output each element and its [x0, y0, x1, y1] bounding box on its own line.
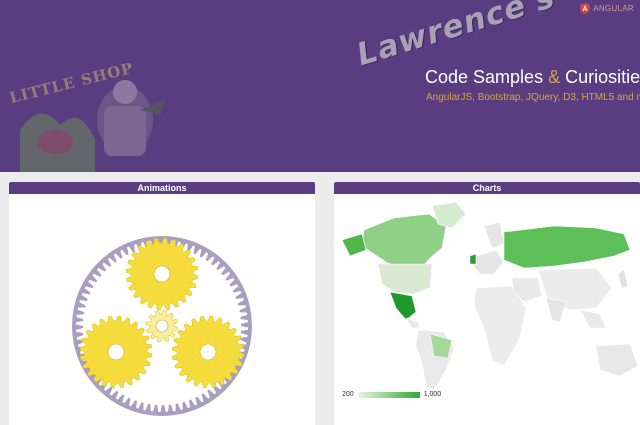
planet-gear-right-axle: [199, 343, 217, 361]
map-region-canada: [361, 213, 447, 271]
title-part-2: Curiosities: [565, 67, 640, 87]
map-region-mexico: [389, 291, 417, 321]
map-region-india: [545, 297, 567, 323]
map-region-europe: [473, 249, 505, 275]
map-region-australia: [595, 343, 639, 377]
map-region-japan: [617, 269, 629, 289]
title-ampersand: &: [548, 67, 561, 87]
site-title: Code Samples & Curiosities: [425, 67, 640, 88]
legend-max-label: 1,000: [423, 391, 442, 398]
site-subtitle: AngularJS, Bootstrap, JQuery, D3, HTML5 …: [426, 92, 640, 103]
planet-gear-top-axle: [153, 265, 171, 283]
map-region-usa: [377, 263, 433, 295]
angular-shield-icon: [580, 3, 591, 14]
legend-gradient-bar: [357, 391, 420, 398]
map-region-central-america: [405, 317, 421, 329]
angular-badge-label: ANGULAR: [593, 4, 634, 13]
site-header: ANGULAR LITTLE SHOP Lawrence's Code Samp…: [0, 0, 640, 172]
little-shop-promo-image: LITTLE SHOP: [0, 59, 175, 172]
planetary-gears-animation[interactable]: [9, 194, 315, 425]
planet-gear-left-axle: [107, 343, 125, 361]
map-region-uk: [469, 253, 477, 265]
map-color-legend: 200 1,000: [342, 391, 441, 398]
angular-badge[interactable]: ANGULAR: [580, 3, 634, 14]
map-region-southeast-asia: [579, 309, 607, 329]
map-region-scandinavia: [483, 221, 505, 249]
world-map-chart[interactable]: [334, 198, 640, 398]
handwritten-title: Lawrence's: [352, 0, 560, 74]
map-region-russia: [503, 225, 631, 269]
animations-panel-title: Animations: [9, 182, 315, 194]
animations-panel[interactable]: Animations: [9, 182, 315, 425]
charts-panel-title: Charts: [334, 182, 640, 194]
charts-panel[interactable]: Charts 200 1,000: [334, 182, 640, 425]
map-region-africa: [473, 285, 527, 367]
legend-min-label: 200: [342, 391, 354, 398]
map-region-alaska: [341, 233, 367, 257]
sun-gear-axle: [155, 319, 169, 333]
title-part-1: Code Samples: [425, 67, 549, 87]
